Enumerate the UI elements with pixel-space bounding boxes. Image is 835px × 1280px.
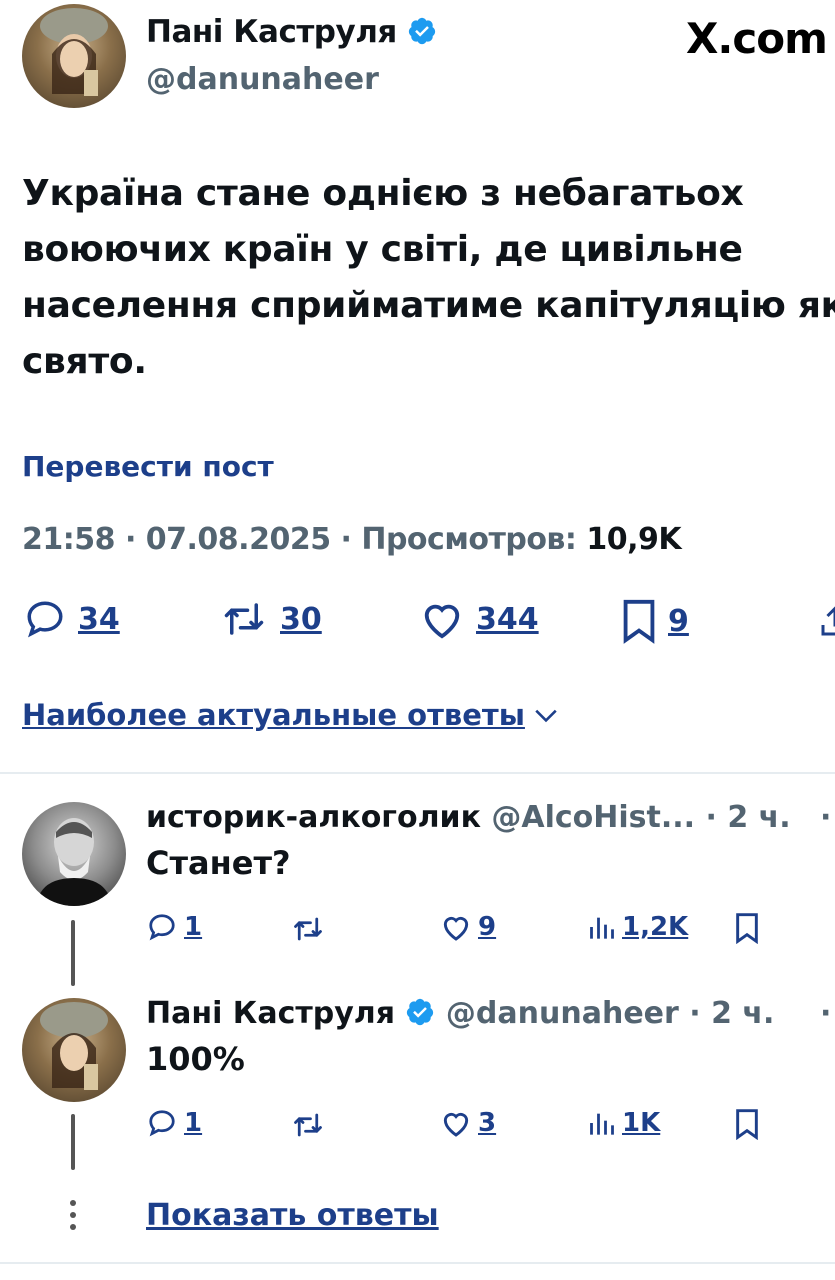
reply-author-handle[interactable]: @danunaheer — [446, 996, 679, 1031]
more-dots-icon — [66, 1198, 80, 1236]
repost-icon — [224, 603, 264, 635]
share-icon — [821, 606, 835, 636]
author-handle[interactable]: @danunaheer — [146, 62, 379, 97]
author-avatar[interactable] — [22, 4, 126, 108]
views-button[interactable]: 1,2K — [588, 912, 688, 942]
heart-icon — [443, 1112, 469, 1137]
divider — [0, 772, 835, 774]
reply-time[interactable]: · 2 ч. — [706, 800, 791, 835]
like-button[interactable]: 9 — [440, 912, 496, 942]
views-chart-icon — [590, 917, 614, 939]
repost-icon — [294, 1113, 322, 1137]
bookmark-icon — [736, 1109, 758, 1141]
verified-badge-icon — [408, 17, 436, 45]
reply-avatar[interactable] — [22, 998, 126, 1102]
views-count: 1K — [622, 1108, 661, 1138]
reply-count: 34 — [78, 601, 120, 637]
site-watermark: X.com — [686, 14, 828, 63]
author-name-row[interactable]: Пані Каструля — [146, 14, 437, 50]
verified-badge-icon — [407, 998, 434, 1026]
more-options-icon[interactable]: · — [820, 996, 831, 1031]
like-count: 9 — [478, 912, 497, 942]
post-text-line: населення сприйматиме капітуляцію як — [22, 285, 835, 326]
like-button[interactable]: 3 — [440, 1108, 496, 1138]
reply-text: Станет? — [146, 844, 291, 882]
reply-button[interactable]: 1 — [146, 1108, 202, 1138]
bookmark-button[interactable] — [734, 1108, 760, 1144]
repost-count: 30 — [280, 601, 322, 637]
reply-icon — [149, 1110, 175, 1137]
repost-button[interactable] — [290, 914, 326, 948]
divider — [0, 1262, 835, 1264]
thread-line — [71, 920, 75, 986]
show-replies-link[interactable]: Показать ответы — [146, 1198, 439, 1233]
post-text-line: воюючих країн у світі, де цивільне — [22, 229, 743, 270]
share-button[interactable] — [814, 604, 835, 640]
like-count: 3 — [478, 1108, 497, 1138]
views-chart-icon — [590, 1113, 614, 1135]
heart-icon — [443, 916, 469, 941]
repost-button[interactable] — [290, 1110, 326, 1144]
reply-avatar[interactable] — [22, 802, 126, 906]
reply-icon — [27, 601, 63, 638]
author-name[interactable]: Пані Каструля — [146, 14, 397, 50]
reply-header: Пані Каструля @danunaheer · 2 ч. — [146, 996, 774, 1031]
bookmark-icon — [623, 599, 655, 644]
repost-button[interactable]: 30 — [218, 598, 322, 640]
reply-count: 1 — [184, 912, 203, 942]
reply-header: историк-алкоголик @AlcoHist... · 2 ч. — [146, 800, 791, 835]
post-text-line: Україна стане однією з небагатьох — [22, 173, 744, 214]
views-count: 10,9K — [586, 522, 682, 557]
reply-author-handle[interactable]: @AlcoHist... — [491, 800, 695, 835]
thread-line — [71, 1114, 75, 1170]
bookmark-count: 9 — [668, 603, 689, 639]
reply-button[interactable]: 1 — [146, 912, 202, 942]
chevron-down-icon — [535, 709, 557, 723]
views-button[interactable]: 1K — [588, 1108, 660, 1138]
bookmark-button[interactable] — [734, 912, 760, 948]
bookmark-button[interactable]: 9 — [620, 598, 689, 644]
repost-icon — [294, 917, 322, 941]
reply-text: 100% — [146, 1040, 245, 1078]
reply-time[interactable]: · 2 ч. — [689, 996, 774, 1031]
post-text-line: свято. — [22, 341, 147, 382]
views-count: 1,2K — [622, 912, 689, 942]
more-options-icon[interactable]: · — [820, 800, 831, 835]
sort-label: Наиболее актуальные ответы — [22, 698, 525, 732]
post-timestamp[interactable]: 21:58 · 07.08.2025 · Просмотров: — [22, 522, 577, 557]
heart-icon — [424, 604, 460, 639]
reply-icon — [149, 914, 175, 941]
like-button[interactable]: 344 — [418, 598, 539, 640]
sort-replies-dropdown[interactable]: Наиболее актуальные ответы — [22, 698, 559, 732]
reply-author-name[interactable]: Пані Каструля — [146, 996, 395, 1031]
reply-button[interactable]: 34 — [22, 598, 120, 640]
reply-count: 1 — [184, 1108, 203, 1138]
post-text: Україна стане однією з небагатьох воюючи… — [22, 166, 835, 390]
like-count: 344 — [476, 601, 539, 637]
post-meta: 21:58 · 07.08.2025 · Просмотров: 10,9K — [22, 522, 682, 557]
translate-post-link[interactable]: Перевести пост — [22, 450, 274, 483]
bookmark-icon — [736, 913, 758, 945]
reply-author-name[interactable]: историк-алкоголик — [146, 800, 481, 835]
